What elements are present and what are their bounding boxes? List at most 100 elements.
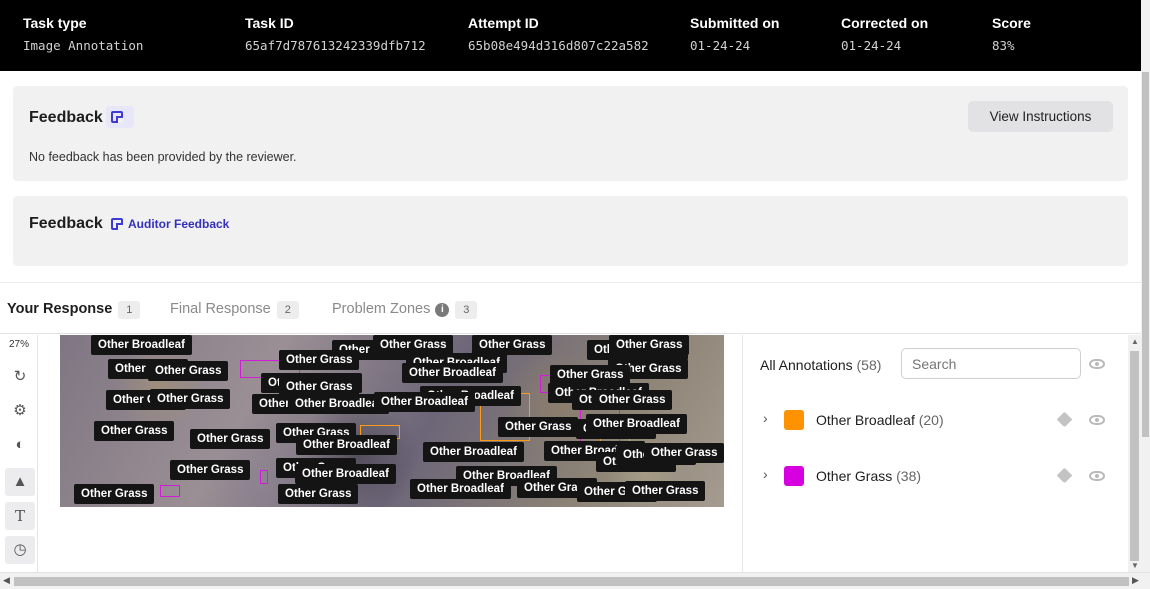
annotation-label[interactable]: Other Grass: [498, 417, 579, 437]
submitted-on-label: Submitted on: [690, 15, 780, 31]
scroll-left-icon[interactable]: ◀: [3, 575, 10, 586]
score-label: Score: [992, 15, 1031, 31]
chevron-right-icon[interactable]: ›: [763, 410, 768, 426]
annotation-label[interactable]: Other Broadleaf: [410, 479, 511, 499]
annotation-canvas[interactable]: Other Broadleaf Other Broadleaf Other Gr…: [60, 335, 724, 507]
class-name: Other Grass (38): [816, 468, 921, 484]
tab-label: Final Response: [170, 301, 271, 317]
task-type-label: Task type: [23, 15, 87, 31]
annotation-label[interactable]: Other Broadleaf: [402, 363, 503, 383]
tab-count: 3: [455, 301, 478, 319]
annotation-label[interactable]: Other Broadleaf: [295, 464, 396, 484]
attempt-id-value: 65b08e494d316d807c22a582: [468, 38, 649, 53]
task-header: Task type Image Annotation Task ID 65af7…: [0, 0, 1150, 71]
scroll-down-icon[interactable]: ▼: [1131, 561, 1139, 570]
submitted-on-value: 01-24-24: [690, 38, 751, 53]
corrected-on-label: Corrected on: [841, 15, 929, 31]
annotations-total-count: (58): [856, 357, 882, 373]
annotation-label[interactable]: Other Grass: [74, 484, 155, 504]
task-id-value: 65af7d787613242339dfb712: [245, 38, 426, 53]
class-name-label: Other Grass: [816, 468, 893, 484]
text-icon[interactable]: T: [5, 502, 35, 530]
tab-label: Your Response: [7, 301, 113, 317]
annotation-toolbar: 27% ↻ ⚙ ◐ ▲ T ◷: [0, 335, 38, 572]
annotation-label[interactable]: Other Grass: [148, 361, 229, 381]
contrast-icon[interactable]: ◐: [5, 431, 35, 459]
class-count: (38): [896, 468, 922, 484]
annotations-panel: All Annotations (58) › Other Broadleaf (…: [742, 335, 1128, 572]
panel-scrollbar[interactable]: ▲ ▼: [1128, 335, 1141, 572]
scrollbar-thumb[interactable]: [14, 577, 1129, 586]
tab-final-response[interactable]: Final Response 2: [170, 301, 299, 319]
annotation-label[interactable]: Other Broadleaf: [374, 392, 475, 412]
bounding-box[interactable]: [160, 485, 180, 497]
shapes-icon[interactable]: ▲: [5, 468, 35, 496]
tab-count: 1: [118, 301, 141, 319]
annotation-label[interactable]: Other Broadleaf: [586, 414, 687, 434]
info-icon[interactable]: i: [435, 303, 450, 317]
auditor-feedback-card: Feedback Auditor Feedback: [13, 196, 1128, 266]
annotation-label[interactable]: Other Broadleaf: [296, 435, 397, 455]
corrected-on-value: 01-24-24: [841, 38, 902, 53]
chevron-right-icon[interactable]: ›: [763, 466, 768, 482]
zoom-level: 27%: [8, 339, 29, 350]
scroll-up-icon[interactable]: ▲: [1131, 337, 1139, 346]
annotation-label[interactable]: Other Grass: [190, 429, 271, 449]
tab-your-response[interactable]: Your Response 1: [7, 301, 141, 319]
annotation-label[interactable]: Other Grass: [278, 484, 359, 504]
annotation-label[interactable]: Other Grass: [625, 481, 706, 501]
eye-icon[interactable]: [1089, 359, 1105, 369]
annotations-title-label: All Annotations: [760, 357, 853, 373]
view-instructions-button[interactable]: View Instructions: [968, 101, 1113, 132]
attempt-id-label: Attempt ID: [468, 15, 539, 31]
annotation-label[interactable]: Other Grass: [609, 335, 690, 355]
refresh-icon[interactable]: ↻: [5, 363, 35, 391]
class-count: (20): [918, 412, 944, 428]
response-tabs: Your Response 1 Final Response 2 Problem Z…: [0, 282, 1150, 334]
annotations-title: All Annotations (58): [760, 357, 881, 373]
task-id-column: Task ID 65af7d787613242339dfb712: [245, 15, 426, 53]
class-row-grass[interactable]: › Other Grass (38): [743, 461, 1129, 491]
bounding-box[interactable]: [260, 470, 268, 484]
class-color-swatch: [784, 410, 804, 430]
annotation-label[interactable]: Other Broadleaf: [91, 335, 192, 355]
class-name-label: Other Broadleaf: [816, 412, 915, 428]
annotation-label[interactable]: Other Grass: [94, 421, 175, 441]
tag-icon[interactable]: [1056, 467, 1073, 484]
annotation-label[interactable]: Other Grass: [150, 389, 231, 409]
annotation-label[interactable]: Other Grass: [472, 335, 553, 355]
history-icon[interactable]: ◷: [5, 536, 35, 564]
feedback-message: No feedback has been provided by the rev…: [29, 150, 297, 164]
annotation-label[interactable]: Other Grass: [592, 390, 673, 410]
annotation-search-input[interactable]: [901, 348, 1081, 379]
task-type-value: Image Annotation: [23, 38, 144, 53]
score-value: 83%: [992, 38, 1015, 53]
page-scrollbar[interactable]: [1141, 0, 1150, 572]
auditor-feedback-link[interactable]: Auditor Feedback: [128, 217, 229, 231]
annotation-label[interactable]: Other Grass: [279, 350, 360, 370]
tab-problem-zones[interactable]: Problem Zones i 3: [332, 301, 478, 319]
submitted-on-column: Submitted on 01-24-24: [690, 15, 779, 53]
eye-icon[interactable]: [1089, 415, 1105, 425]
annotation-label[interactable]: Other Grass: [550, 365, 631, 385]
class-name: Other Broadleaf (20): [816, 412, 944, 428]
note-icon: [111, 111, 123, 123]
attempt-id-column: Attempt ID 65b08e494d316d807c22a582: [468, 15, 649, 53]
task-id-label: Task ID: [245, 15, 294, 31]
annotation-label[interactable]: Other Grass: [170, 460, 251, 480]
tag-icon[interactable]: [1056, 411, 1073, 428]
tab-count: 2: [276, 301, 299, 319]
feedback-title: Feedback: [29, 109, 103, 126]
eye-icon[interactable]: [1089, 471, 1105, 481]
annotation-label[interactable]: Other Grass: [373, 335, 454, 355]
feedback-card: Feedback No feedback has been provided b…: [13, 86, 1128, 181]
auditor-feedback-title: Feedback: [29, 215, 103, 232]
scrollbar-thumb[interactable]: [1130, 351, 1139, 561]
class-row-broadleaf[interactable]: › Other Broadleaf (20): [743, 405, 1129, 435]
annotation-label[interactable]: Other Grass: [644, 443, 724, 463]
settings-icon[interactable]: ⚙: [5, 397, 35, 425]
scrollbar-thumb[interactable]: [1142, 72, 1149, 437]
horizontal-scrollbar[interactable]: ◀ ▶: [0, 572, 1150, 589]
scroll-right-icon[interactable]: ▶: [1132, 575, 1139, 586]
annotation-label[interactable]: Other Broadleaf: [423, 442, 524, 462]
